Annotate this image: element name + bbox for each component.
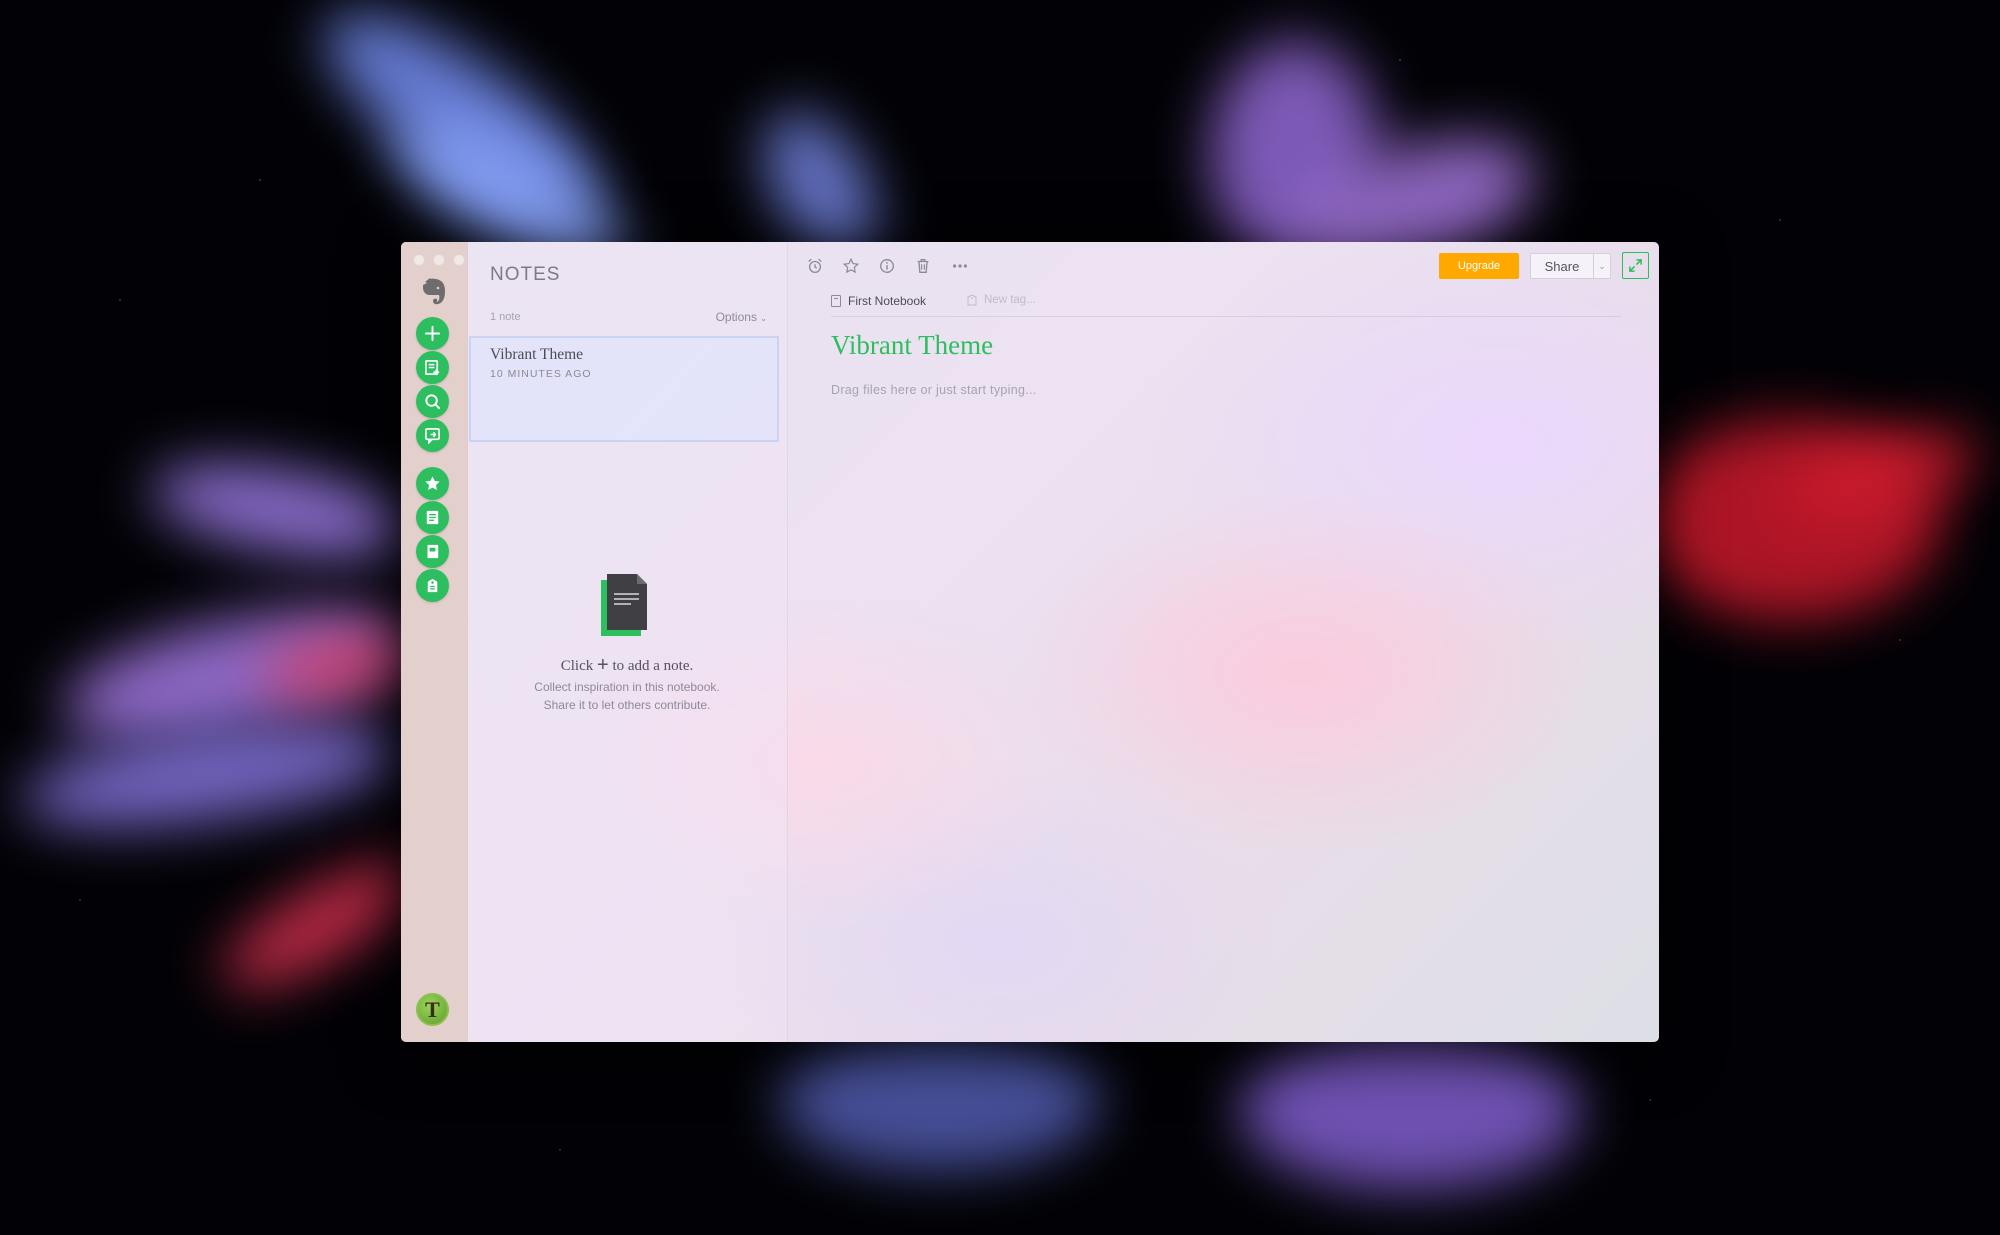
more-dots-icon [952, 264, 968, 268]
work-chat-button[interactable] [416, 419, 449, 452]
star-icon [842, 257, 860, 274]
expand-note-button[interactable] [1622, 252, 1649, 279]
note-body-field[interactable]: Drag files here or just start typing... [831, 383, 1037, 397]
note-item-title: Vibrant Theme [490, 346, 584, 363]
zoom-window-button[interactable] [453, 254, 465, 266]
expand-icon [1629, 259, 1642, 272]
options-label: Options [715, 310, 757, 324]
share-options-button[interactable]: ⌄ [1593, 253, 1611, 279]
app-window: T NOTES 1 note Options ⌄ Vibrant Theme 1… [401, 242, 1659, 1042]
note-item-timestamp: 10 MINUTES AGO [490, 368, 592, 380]
more-actions-button[interactable] [949, 255, 971, 277]
share-button[interactable]: Share [1530, 253, 1594, 279]
user-avatar[interactable]: T [416, 993, 449, 1026]
window-controls [413, 254, 465, 266]
notebook-name: First Notebook [848, 294, 927, 308]
alarm-clock-icon [808, 258, 822, 273]
evernote-logo-icon [423, 278, 445, 305]
chevron-down-icon: ⌄ [760, 314, 767, 323]
chat-share-icon [424, 427, 441, 445]
minimize-window-button[interactable] [433, 254, 445, 266]
search-icon [425, 394, 441, 410]
upgrade-button[interactable]: Upgrade [1439, 253, 1519, 279]
shortcuts-button[interactable] [416, 467, 449, 500]
notes-list-panel: NOTES 1 note Options ⌄ Vibrant Theme 10 … [467, 242, 788, 1042]
notes-button[interactable] [416, 501, 449, 534]
note-list-item[interactable]: Vibrant Theme 10 MINUTES AGO [469, 336, 779, 442]
plus-icon [424, 325, 441, 342]
tag-icon [427, 578, 438, 593]
note-info-button[interactable] [876, 255, 898, 277]
notebooks-button[interactable] [416, 535, 449, 568]
trash-icon [917, 259, 929, 273]
star-icon [425, 476, 440, 490]
search-button[interactable] [416, 385, 449, 418]
sidebar-rail: T [401, 242, 468, 1042]
options-dropdown[interactable]: Options ⌄ [716, 310, 767, 324]
tags-button[interactable] [416, 569, 449, 602]
empty-state-line2: Share it to let others contribute. [543, 698, 711, 712]
notes-list-title: NOTES [490, 264, 561, 285]
empty-state-heading: Click + to add a note. [467, 654, 787, 677]
note-meta-row: First Notebook New tag... [831, 292, 1621, 317]
tag-icon [967, 294, 977, 306]
empty-state-click: Click [560, 658, 594, 674]
note-editor: Upgrade Share ⌄ First Notebook New tag..… [788, 242, 1659, 1042]
notebook-selector[interactable]: First Notebook [831, 294, 926, 308]
close-window-button[interactable] [413, 254, 425, 266]
info-icon [880, 259, 894, 273]
new-chat-note-button[interactable] [416, 351, 449, 384]
plus-icon: + [597, 654, 609, 676]
notes-icon [426, 510, 439, 525]
notes-count: 1 note [490, 311, 521, 323]
delete-note-button[interactable] [912, 255, 934, 277]
empty-state-add: to add a note. [612, 658, 694, 674]
chevron-down-icon: ⌄ [1598, 260, 1606, 271]
empty-state-line1: Collect inspiration in this notebook. [534, 680, 720, 694]
note-title-field[interactable]: Vibrant Theme [831, 330, 993, 361]
notebook-icon [831, 295, 841, 307]
tag-input[interactable]: New tag... [967, 294, 1036, 306]
new-note-button[interactable] [416, 317, 449, 350]
tag-placeholder: New tag... [984, 294, 1036, 306]
reminder-button[interactable] [804, 255, 826, 277]
note-add-icon [424, 359, 440, 376]
document-icon [601, 574, 647, 636]
shortcut-button[interactable] [840, 255, 862, 277]
notebook-icon [426, 544, 439, 559]
